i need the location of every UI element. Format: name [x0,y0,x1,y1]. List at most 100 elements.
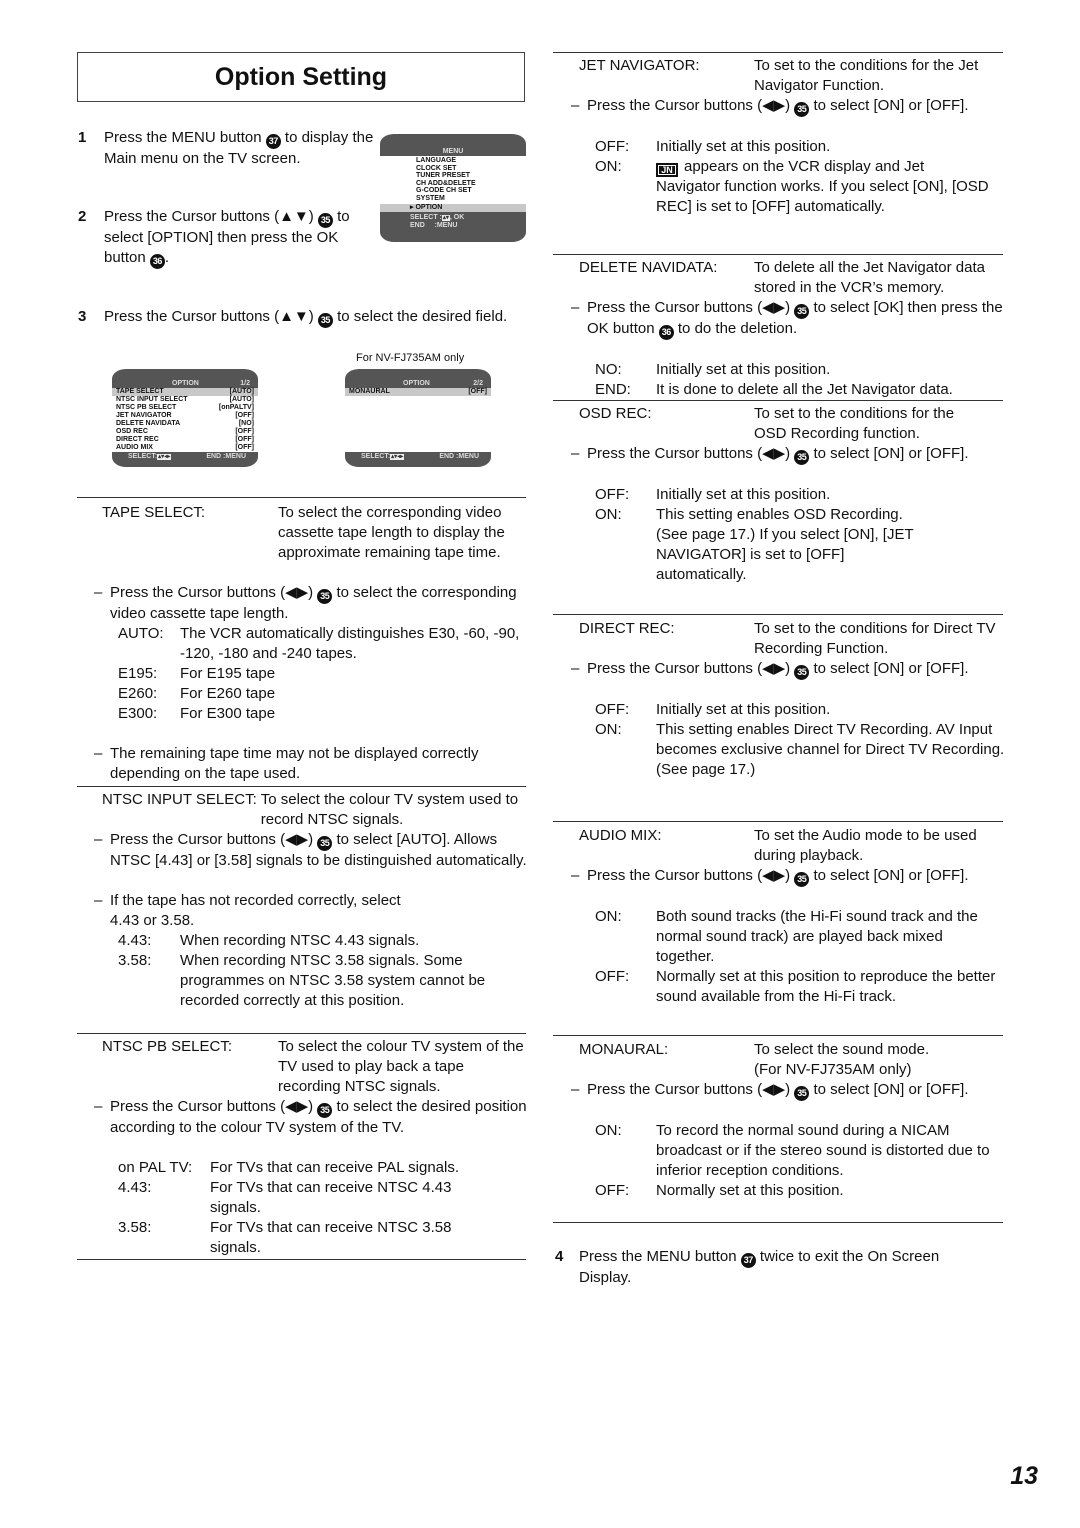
option-item: ON: Both sound tracks (the Hi-Fi sound tr… [595,908,978,965]
option-row: NTSC PB SELECT [onPALTV] [116,404,254,411]
step-number: 2 [78,208,87,225]
cursor-keys-icon: ▴▾ [441,215,450,221]
divider [77,497,526,498]
section-label: TAPE SELECT: [102,504,206,521]
step-number: 1 [78,129,87,146]
button-35-icon: 35 [794,872,810,887]
option-item: ON: This setting enables OSD Recording. (… [595,506,914,583]
main-menu-tv-screen: MENU LANGUAGE CLOCK SET TUNER PRESET CH … [380,134,526,242]
divider [77,1033,526,1034]
menu-item-list: LANGUAGE CLOCK SET TUNER PRESET CH ADD&D… [416,157,526,203]
section-label: MONAURAL: [579,1041,669,1058]
option-item: E195: For E195 tape [118,665,276,682]
menu-item: TUNER PRESET [416,172,471,180]
section-label: NTSC PB SELECT: [102,1038,233,1055]
section-ntsc-pb-select: NTSC PB SELECT: To select the colour TV s… [94,1038,527,1256]
bullet-text: Press the Cursor buttons (◀▶) 35 to sele… [110,584,517,622]
option-item: ON: To record the normal sound during a N… [595,1122,990,1179]
bullet-text: If the tape has not recorded correctly, … [110,892,401,929]
bullet-text: Press the Cursor buttons (◀▶) 35 to sele… [587,444,1005,465]
step-text: Press the MENU button [579,1248,741,1265]
divider [553,614,1003,615]
section-label: DELETE NAVIDATA: [579,259,718,276]
step-text: Press the Cursor buttons (▲▼) [104,208,318,225]
menu-item: LANGUAGE [416,157,457,164]
section-description: To set the Audio mode to be used during … [754,827,977,864]
divider [553,1035,1003,1036]
menu-item: CH ADD&DELETE [416,179,476,187]
option-header: OPTION [403,380,430,387]
bullet-text: Press the Cursor buttons (◀▶) 35 to sele… [587,96,1005,117]
option-item: OFF: Initially set at this position. [595,701,831,718]
section-description: To set to the conditions for the Jet Nav… [754,57,979,94]
bullet-text: Press the Cursor buttons (◀▶) 35 to sele… [110,1098,527,1136]
option-item: 4.43: For TVs that can receive NTSC 4.43 … [118,1179,452,1216]
option-row: AUDIO MIX [OFF] [116,444,254,451]
option-row: DELETE NAVIDATA [NO] [116,420,254,427]
section-description: To set to the conditions for Direct TV R… [754,620,996,657]
option-item: OFF: Initially set at this position. [595,138,831,155]
menu-header: MENU [442,148,464,155]
section-delete-navidata: DELETE NAVIDATA: To delete all the Jet Na… [571,258,1005,400]
bullet-text: Press the Cursor buttons (◀▶) 35 to sele… [587,1080,1005,1101]
step-text: Press the Cursor buttons (▲▼) [104,308,318,325]
section-monaural: MONAURAL: To select the sound mode. (For … [571,1040,1005,1201]
button-35-icon: 35 [317,589,333,604]
step-1: 1 Press the MENU button 37 to display th… [78,128,378,169]
bullet-text: Press the Cursor buttons (◀▶) 35 to sele… [110,831,527,869]
divider [553,254,1003,255]
jet-navigator-display-icon: JN [656,163,678,177]
option-item: on PAL TV: For TVs that can receive PAL s… [118,1159,460,1176]
divider [77,1259,526,1260]
button-37-icon: 37 [740,1253,756,1268]
menu-item: SYSTEM [416,194,445,202]
menu-footer: SELECT :▴▾, OK END :MENU [410,214,465,229]
button-35-icon: 35 [794,102,810,117]
menu-item-option: ▸ OPTION [410,204,443,211]
option-item: OFF: Normally set at this position. [595,1182,844,1199]
option-footer: SELECT:▴▾◂▸ END :MENU [128,453,246,460]
section-description: To select the colour TV system of the TV… [278,1038,524,1095]
option-item: END: It is done to delete all the Jet Nav… [595,381,953,398]
section-description: To set to the conditions for the OSD Rec… [754,405,955,442]
cursor-keys-icon: ▴▾◂▸ [157,454,172,460]
step-text: Press the MENU button [104,129,266,146]
divider [553,1222,1003,1223]
section-ntsc-input-select: NTSC INPUT SELECT: To select the colour T… [94,791,527,1009]
section-label: OSD REC: [579,405,652,422]
option-item: 3.58: For TVs that can receive NTSC 3.58 … [118,1219,452,1256]
section-description: To select the corresponding video casset… [278,504,505,561]
button-35-icon: 35 [317,1103,333,1118]
option-item: OFF: Initially set at this position. [595,486,831,503]
section-description: To select the colour TV system used to r… [260,791,519,828]
option-item: ON: JN appears on the VCR display and Jet … [595,158,989,215]
menu-item: CLOCK SET [416,164,457,172]
bullet-text: Press the Cursor buttons (◀▶) 35 to sele… [587,866,1005,887]
button-35-icon: 35 [317,213,333,228]
option-tv-screen-2: OPTION 2/2 MONAURAL [OFF] SELECT:▴▾◂▸ END… [345,369,491,467]
step-4: 4 Press the MENU button 37 twice to exit… [555,1247,995,1288]
note-text: The remaining tape time may not be displ… [110,745,479,782]
divider [553,821,1003,822]
option-item: E300: For E300 tape [118,705,276,722]
section-audio-mix: AUDIO MIX: To set the Audio mode to be us… [571,826,1005,1007]
option-row: TAPE SELECT [AUTO] [112,388,258,396]
button-35-icon: 35 [794,304,810,319]
page-title: Option Setting [214,63,388,91]
option-row: MONAURAL [OFF] [345,388,491,396]
divider [553,52,1003,53]
button-35-icon: 35 [317,836,333,851]
button-35-icon: 35 [794,1086,810,1101]
section-label: JET NAVIGATOR: [579,57,700,74]
option-row: JET NAVIGATOR [OFF] [116,412,254,419]
menu-item-selected: ▸ OPTION [380,204,526,212]
button-36-icon: 36 [149,254,165,269]
section-description: To delete all the Jet Navigator data sto… [754,259,985,296]
option-row: OSD REC [OFF] [116,428,254,435]
section-label: NTSC INPUT SELECT: [102,791,257,808]
section-label: DIRECT REC: [579,620,675,637]
section-jet-navigator: JET NAVIGATOR: To set to the conditions f… [571,56,1005,217]
section-tape-select: TAPE SELECT: To select the corresponding … [94,503,528,784]
option-footer: SELECT:▴▾◂▸ END :MENU [361,453,479,460]
option-item: 4.43: When recording NTSC 4.43 signals. [118,932,420,949]
